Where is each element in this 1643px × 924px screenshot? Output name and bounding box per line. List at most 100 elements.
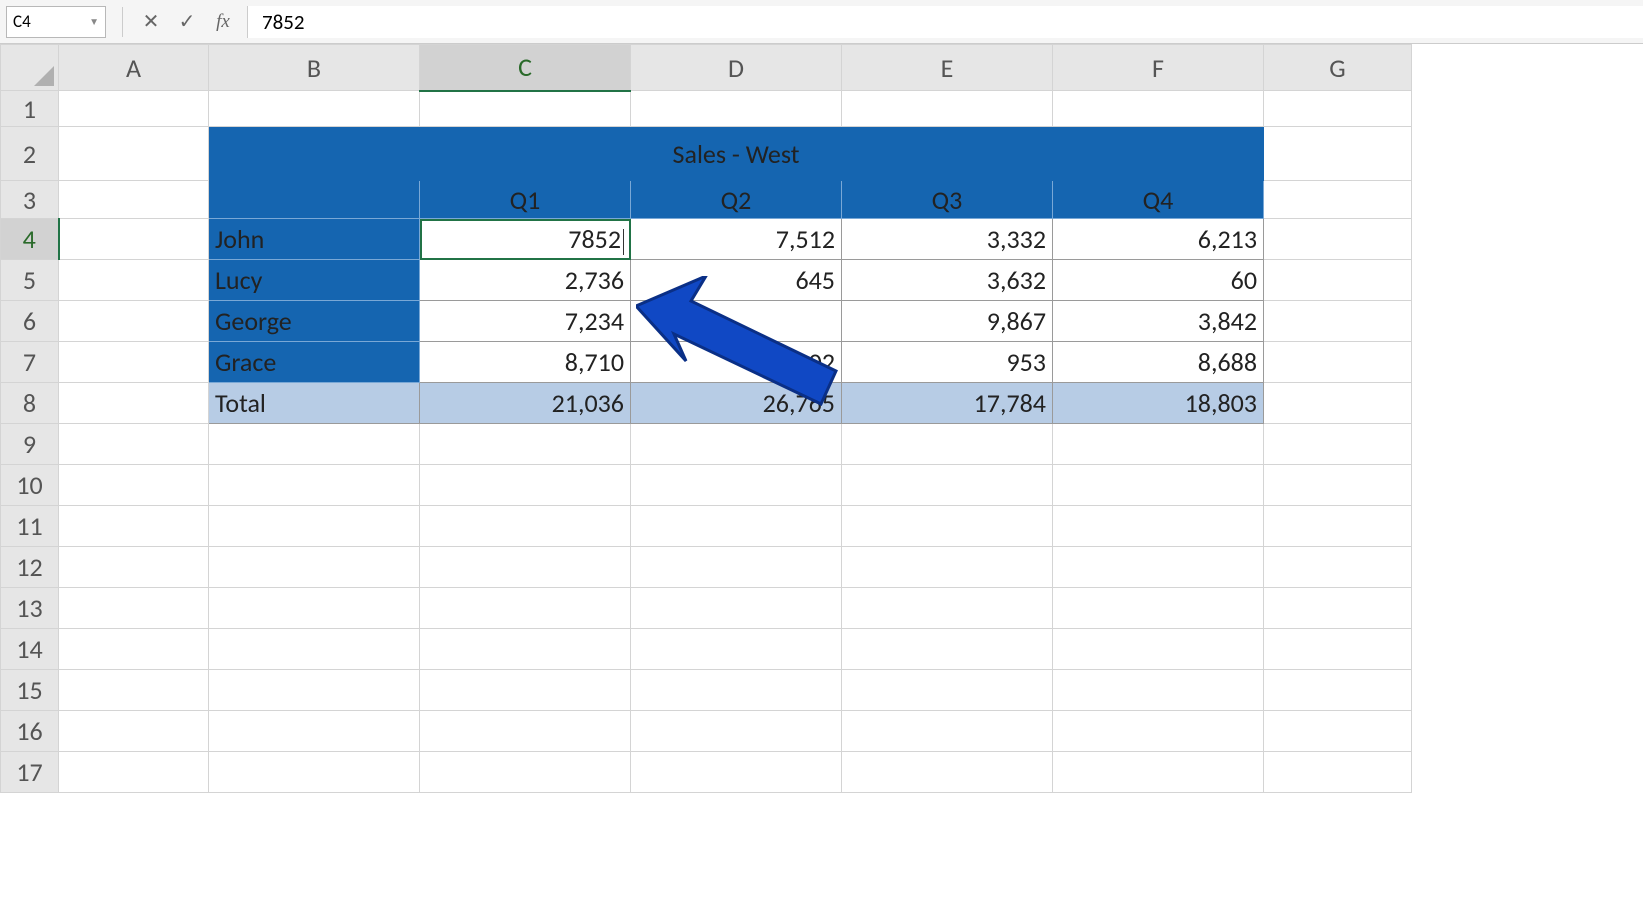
cell-B11[interactable]: [209, 506, 420, 547]
cell-A9[interactable]: [59, 424, 209, 465]
cell-E1[interactable]: [842, 91, 1053, 127]
cell-C14[interactable]: [420, 629, 631, 670]
cell-E17[interactable]: [842, 752, 1053, 793]
row-header-17[interactable]: 17: [1, 752, 59, 793]
cell-A7[interactable]: [59, 342, 209, 383]
cell-G5[interactable]: [1264, 260, 1412, 301]
cell-D9[interactable]: [631, 424, 842, 465]
header-q1[interactable]: Q1: [420, 181, 631, 219]
cell-G10[interactable]: [1264, 465, 1412, 506]
cell-F6[interactable]: 3,842: [1053, 301, 1264, 342]
row-header-11[interactable]: 11: [1, 506, 59, 547]
cell-F10[interactable]: [1053, 465, 1264, 506]
name-box[interactable]: C4 ▼: [6, 6, 106, 38]
row-header-5[interactable]: 5: [1, 260, 59, 301]
total-label[interactable]: Total: [209, 383, 420, 424]
cell-F17[interactable]: [1053, 752, 1264, 793]
cell-D14[interactable]: [631, 629, 842, 670]
name-grace[interactable]: Grace: [209, 342, 420, 383]
cell-G16[interactable]: [1264, 711, 1412, 752]
cell-D1[interactable]: [631, 91, 842, 127]
cell-A14[interactable]: [59, 629, 209, 670]
cell-B9[interactable]: [209, 424, 420, 465]
total-q4[interactable]: 18,803: [1053, 383, 1264, 424]
row-header-8[interactable]: 8: [1, 383, 59, 424]
cell-D10[interactable]: [631, 465, 842, 506]
row-header-16[interactable]: 16: [1, 711, 59, 752]
cell-D7[interactable]: 9,102: [631, 342, 842, 383]
row-header-13[interactable]: 13: [1, 588, 59, 629]
cell-A4[interactable]: [59, 219, 209, 260]
cell-D5[interactable]: 645: [631, 260, 842, 301]
cell-A2[interactable]: [59, 127, 209, 181]
cell-D6[interactable]: [631, 301, 842, 342]
cell-D13[interactable]: [631, 588, 842, 629]
cell-C7[interactable]: 8,710: [420, 342, 631, 383]
cell-G17[interactable]: [1264, 752, 1412, 793]
cell-B15[interactable]: [209, 670, 420, 711]
cell-A8[interactable]: [59, 383, 209, 424]
cell-A15[interactable]: [59, 670, 209, 711]
cell-G7[interactable]: [1264, 342, 1412, 383]
header-q4[interactable]: Q4: [1053, 181, 1264, 219]
col-header-E[interactable]: E: [842, 45, 1053, 91]
cell-C17[interactable]: [420, 752, 631, 793]
formula-input[interactable]: 7852: [247, 6, 1643, 38]
cell-E13[interactable]: [842, 588, 1053, 629]
cell-F11[interactable]: [1053, 506, 1264, 547]
cell-A1[interactable]: [59, 91, 209, 127]
header-q2[interactable]: Q2: [631, 181, 842, 219]
cell-E15[interactable]: [842, 670, 1053, 711]
cell-B3[interactable]: [209, 181, 420, 219]
cell-E10[interactable]: [842, 465, 1053, 506]
cancel-icon[interactable]: ✕: [133, 6, 169, 38]
table-title[interactable]: Sales - West: [209, 127, 1264, 181]
col-header-C[interactable]: C: [420, 45, 631, 91]
cell-E7[interactable]: 953: [842, 342, 1053, 383]
select-all-corner[interactable]: [1, 45, 59, 91]
col-header-D[interactable]: D: [631, 45, 842, 91]
cell-A12[interactable]: [59, 547, 209, 588]
cell-C13[interactable]: [420, 588, 631, 629]
cell-A10[interactable]: [59, 465, 209, 506]
cell-B17[interactable]: [209, 752, 420, 793]
cell-F14[interactable]: [1053, 629, 1264, 670]
cell-D16[interactable]: [631, 711, 842, 752]
cell-F1[interactable]: [1053, 91, 1264, 127]
cell-B13[interactable]: [209, 588, 420, 629]
insert-function-icon[interactable]: fx: [205, 11, 241, 33]
cell-G9[interactable]: [1264, 424, 1412, 465]
cell-E12[interactable]: [842, 547, 1053, 588]
row-header-15[interactable]: 15: [1, 670, 59, 711]
col-header-B[interactable]: B: [209, 45, 420, 91]
col-header-G[interactable]: G: [1264, 45, 1412, 91]
total-q1[interactable]: 21,036: [420, 383, 631, 424]
cell-F9[interactable]: [1053, 424, 1264, 465]
cell-E6[interactable]: 9,867: [842, 301, 1053, 342]
cell-F7[interactable]: 8,688: [1053, 342, 1264, 383]
row-header-9[interactable]: 9: [1, 424, 59, 465]
cell-C11[interactable]: [420, 506, 631, 547]
cell-F15[interactable]: [1053, 670, 1264, 711]
cell-G12[interactable]: [1264, 547, 1412, 588]
cell-A13[interactable]: [59, 588, 209, 629]
cell-A5[interactable]: [59, 260, 209, 301]
cell-G6[interactable]: [1264, 301, 1412, 342]
cell-G15[interactable]: [1264, 670, 1412, 711]
cell-F4[interactable]: 6,213: [1053, 219, 1264, 260]
cell-A16[interactable]: [59, 711, 209, 752]
cell-C5[interactable]: 2,736: [420, 260, 631, 301]
cell-G1[interactable]: [1264, 91, 1412, 127]
row-header-4[interactable]: 4: [1, 219, 59, 260]
cell-D17[interactable]: [631, 752, 842, 793]
cell-D4[interactable]: 7,512: [631, 219, 842, 260]
row-header-12[interactable]: 12: [1, 547, 59, 588]
cell-B1[interactable]: [209, 91, 420, 127]
row-header-1[interactable]: 1: [1, 91, 59, 127]
total-q2[interactable]: 26,765: [631, 383, 842, 424]
cell-F16[interactable]: [1053, 711, 1264, 752]
name-george[interactable]: George: [209, 301, 420, 342]
cell-E5[interactable]: 3,632: [842, 260, 1053, 301]
col-header-F[interactable]: F: [1053, 45, 1264, 91]
cell-E14[interactable]: [842, 629, 1053, 670]
